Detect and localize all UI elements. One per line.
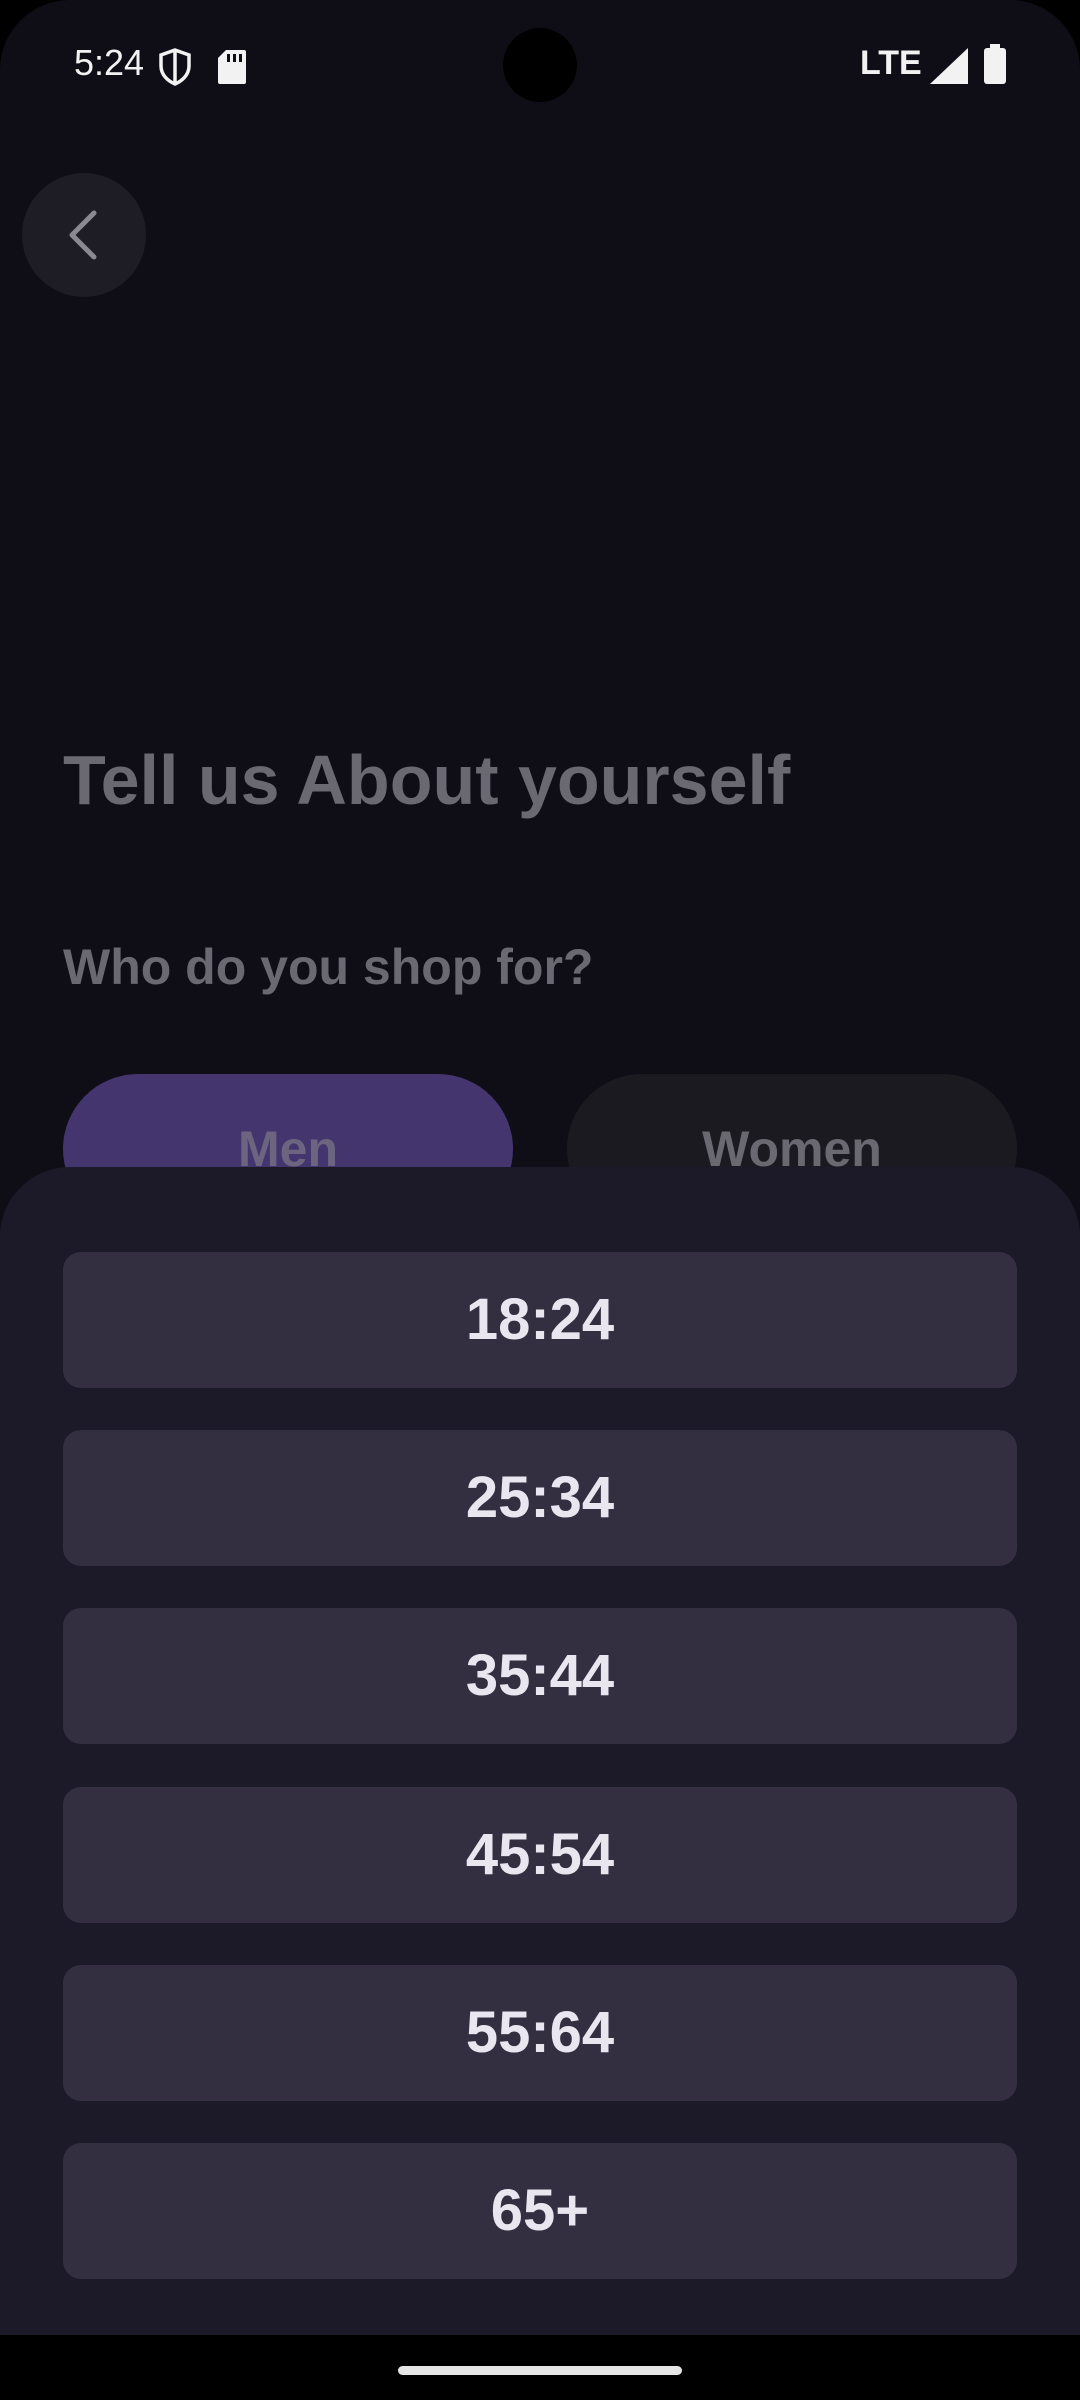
- shop-for-question: Who do you shop for?: [63, 939, 594, 995]
- age-option-25-34[interactable]: 25:34: [63, 1430, 1017, 1566]
- home-indicator[interactable]: [398, 2366, 682, 2375]
- status-bar: 5:24 LTE: [0, 0, 1080, 130]
- back-button[interactable]: [22, 173, 146, 297]
- age-range-bottom-sheet: 18:24 25:34 35:44 45:54 55:64 65+: [0, 1167, 1080, 2335]
- network-label: LTE: [860, 44, 922, 82]
- app-screen: 5:24 LTE Tell us About yourself Who do y…: [0, 0, 1080, 2335]
- shield-icon: [159, 48, 191, 86]
- camera-cutout: [503, 28, 577, 102]
- age-option-18-24[interactable]: 18:24: [63, 1252, 1017, 1388]
- page-title: Tell us About yourself: [63, 741, 791, 819]
- age-option-55-64[interactable]: 55:64: [63, 1965, 1017, 2101]
- chevron-left-icon: [69, 210, 97, 260]
- battery-icon: [984, 44, 1006, 84]
- age-option-35-44[interactable]: 35:44: [63, 1608, 1017, 1744]
- sd-card-icon: [218, 50, 246, 84]
- age-option-65-plus[interactable]: 65+: [63, 2143, 1017, 2279]
- age-option-45-54[interactable]: 45:54: [63, 1787, 1017, 1923]
- status-time: 5:24: [74, 42, 145, 83]
- signal-icon: [930, 48, 968, 84]
